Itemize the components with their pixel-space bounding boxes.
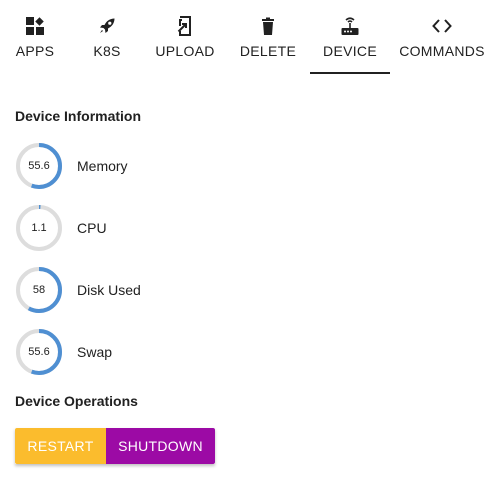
rocket-icon bbox=[97, 16, 117, 36]
progress-ring-value: 55.6 bbox=[28, 346, 50, 358]
progress-ring-value: 58 bbox=[32, 284, 46, 296]
tab-apps-label: APPS bbox=[15, 43, 55, 59]
metric-cpu: 1.1 CPU bbox=[15, 204, 107, 252]
tab-device[interactable]: DEVICE bbox=[310, 0, 390, 74]
code-icon bbox=[432, 16, 452, 36]
tab-upload-label: UPLOAD bbox=[155, 43, 215, 59]
progress-ring-value: 55.6 bbox=[28, 160, 50, 172]
restart-button[interactable]: RESTART bbox=[15, 428, 106, 464]
swap-progress-ring: 55.6 bbox=[15, 328, 63, 376]
router-icon bbox=[340, 16, 360, 36]
tab-bar: APPS K8S UPLOAD DELETE DEVICE COMMANDS bbox=[0, 0, 494, 74]
tab-commands[interactable]: COMMANDS bbox=[390, 0, 494, 74]
tab-apps[interactable]: APPS bbox=[0, 0, 70, 74]
tab-k8s-label: K8S bbox=[93, 43, 121, 59]
metric-cpu-label: CPU bbox=[77, 220, 107, 236]
metric-disk-label: Disk Used bbox=[77, 282, 141, 298]
trash-icon bbox=[258, 16, 278, 36]
tab-delete[interactable]: DELETE bbox=[226, 0, 310, 74]
upload-icon bbox=[175, 16, 195, 36]
metric-memory-label: Memory bbox=[77, 158, 128, 174]
device-operations-buttons: RESTART SHUTDOWN bbox=[15, 428, 215, 464]
shutdown-button[interactable]: SHUTDOWN bbox=[106, 428, 215, 464]
metric-swap-label: Swap bbox=[77, 344, 113, 360]
memory-progress-ring: 55.6 bbox=[15, 142, 63, 190]
progress-ring-value: 1.1 bbox=[31, 222, 47, 234]
disk-progress-ring: 58 bbox=[15, 266, 63, 314]
device-operations-heading: Device Operations bbox=[15, 393, 138, 409]
tab-commands-label: COMMANDS bbox=[399, 43, 485, 59]
tab-device-label: DEVICE bbox=[323, 43, 377, 59]
tab-k8s[interactable]: K8S bbox=[70, 0, 144, 74]
device-information-heading: Device Information bbox=[15, 108, 142, 124]
metric-disk-used: 58 Disk Used bbox=[15, 266, 141, 314]
metric-memory: 55.6 Memory bbox=[15, 142, 128, 190]
tab-upload[interactable]: UPLOAD bbox=[144, 0, 226, 74]
tab-delete-label: DELETE bbox=[239, 43, 297, 59]
cpu-progress-ring: 1.1 bbox=[15, 204, 63, 252]
apps-icon bbox=[25, 16, 45, 36]
metric-swap: 55.6 Swap bbox=[15, 328, 112, 376]
